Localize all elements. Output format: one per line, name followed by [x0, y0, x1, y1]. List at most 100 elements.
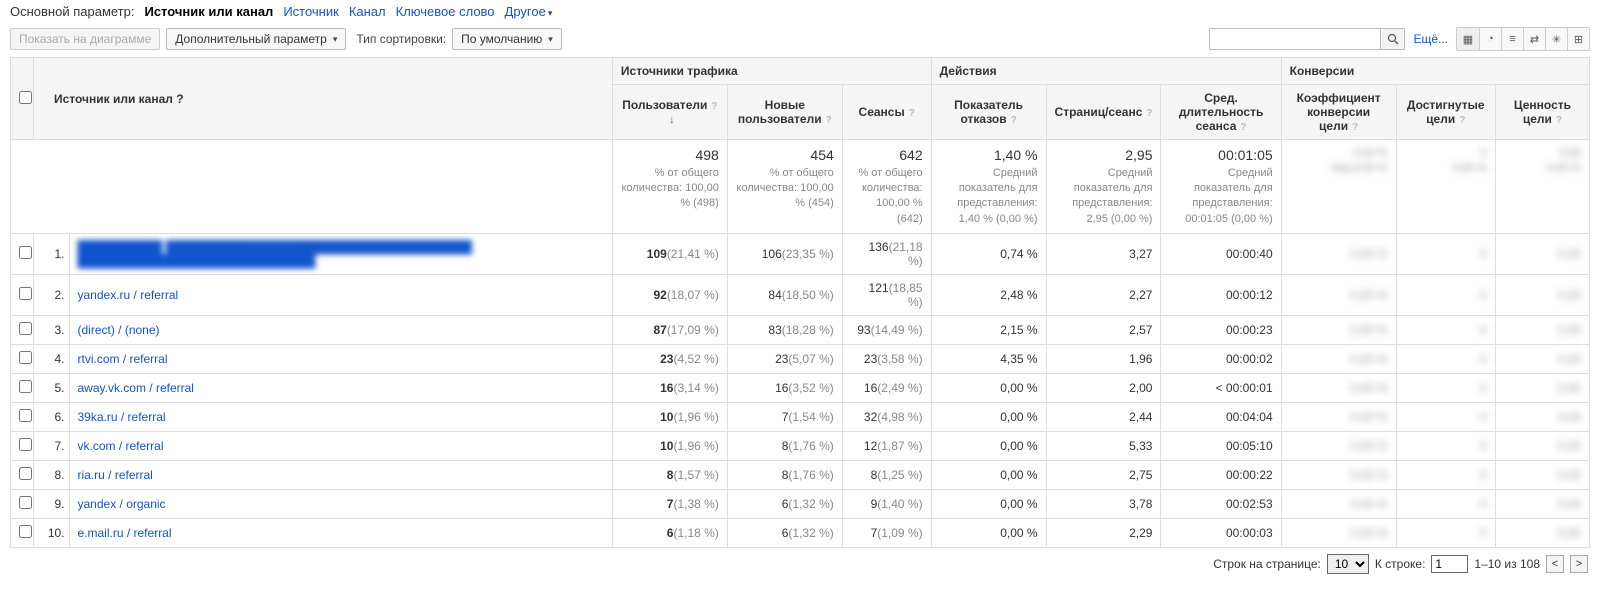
- dim-link-keyword[interactable]: Ключевое слово: [396, 4, 495, 19]
- row-source-link[interactable]: yandex.ru / referral: [69, 275, 612, 316]
- cell-users: 7(1,38 %): [612, 490, 727, 519]
- row-checkbox[interactable]: [19, 287, 32, 300]
- search-icon[interactable]: [1380, 29, 1404, 49]
- cell-conv-rate: 0,00 %: [1281, 345, 1396, 374]
- primary-dim-active[interactable]: Источник или канал: [144, 4, 273, 19]
- row-index: 6.: [33, 403, 69, 432]
- row-checkbox[interactable]: [19, 525, 32, 538]
- cell-duration: 00:00:40: [1161, 234, 1281, 275]
- row-checkbox[interactable]: [19, 351, 32, 364]
- toolbar: Показать на диаграмме Дополнительный пар…: [0, 25, 1600, 57]
- cell-new-users: 7(1,54 %): [727, 403, 842, 432]
- row-index: 5.: [33, 374, 69, 403]
- cell-conv-rate: 0,00 %: [1281, 490, 1396, 519]
- cell-sessions: 9(1,40 %): [842, 490, 931, 519]
- row-checkbox[interactable]: [19, 322, 32, 335]
- sort-type-select[interactable]: По умолчанию: [452, 28, 562, 50]
- next-page-button[interactable]: >: [1570, 555, 1588, 573]
- row-checkbox[interactable]: [19, 380, 32, 393]
- row-source-link[interactable]: vk.com / referral: [69, 432, 612, 461]
- cell-pages: 2,57: [1046, 316, 1161, 345]
- secondary-dimension-select[interactable]: Дополнительный параметр: [166, 28, 346, 50]
- row-source-link[interactable]: (direct) / (none): [69, 316, 612, 345]
- dim-link-channel[interactable]: Канал: [349, 4, 386, 19]
- col-bounce-rate[interactable]: Показатель отказов?: [931, 85, 1046, 140]
- col-users[interactable]: Пользователи?: [612, 85, 727, 140]
- cell-pages: 5,33: [1046, 432, 1161, 461]
- cell-goals: 0: [1396, 432, 1495, 461]
- cell-duration: 00:00:12: [1161, 275, 1281, 316]
- cell-conv-rate: 0,00 %: [1281, 519, 1396, 548]
- view-percentage-icon[interactable]: ◔: [1479, 28, 1501, 50]
- col-avg-duration[interactable]: Сред. длительность сеанса?: [1161, 85, 1281, 140]
- cell-users: 92(18,07 %): [612, 275, 727, 316]
- col-goal-value[interactable]: Ценность цели?: [1495, 85, 1589, 140]
- row-source-link[interactable]: away.vk.com / referral: [69, 374, 612, 403]
- cell-goal-value: 0,00: [1495, 432, 1589, 461]
- pager: Строк на странице: 10 К строке: 1–10 из …: [0, 548, 1600, 584]
- group-acquisition: Источники трафика: [612, 58, 931, 85]
- rows-per-page-select[interactable]: 10: [1327, 554, 1369, 574]
- plot-rows-button[interactable]: Показать на диаграмме: [10, 28, 160, 50]
- cell-new-users: 6(1,32 %): [727, 519, 842, 548]
- col-sessions[interactable]: Сеансы?: [842, 85, 931, 140]
- col-conv-rate[interactable]: Коэффициент конверсии цели?: [1281, 85, 1396, 140]
- cell-conv-rate: 0,00 %: [1281, 374, 1396, 403]
- row-checkbox[interactable]: [19, 467, 32, 480]
- col-pages-session[interactable]: Страниц/сеанс?: [1046, 85, 1161, 140]
- primary-dimension-bar: Основной параметр: Источник или канал Ис…: [0, 0, 1600, 25]
- row-checkbox[interactable]: [19, 246, 32, 259]
- row-source-link[interactable]: 39ka.ru / referral: [69, 403, 612, 432]
- cell-duration: 00:00:22: [1161, 461, 1281, 490]
- cell-sessions: 16(2,49 %): [842, 374, 931, 403]
- table-row: 7.vk.com / referral10(1,96 %)8(1,76 %)12…: [11, 432, 1590, 461]
- row-source-link[interactable]: rtvi.com / referral: [69, 345, 612, 374]
- advanced-filter-link[interactable]: Ещё...: [1413, 32, 1448, 46]
- col-goal-completions[interactable]: Достигнутые цели?: [1396, 85, 1495, 140]
- row-source-link[interactable]: yandex / organic: [69, 490, 612, 519]
- cell-conv-rate: 0,00 %: [1281, 234, 1396, 275]
- row-index: 7.: [33, 432, 69, 461]
- table-search[interactable]: [1209, 28, 1405, 50]
- group-behavior: Действия: [931, 58, 1281, 85]
- dim-link-source[interactable]: Источник: [283, 4, 339, 19]
- select-all-checkbox[interactable]: [19, 91, 32, 104]
- cell-goals: 0: [1396, 490, 1495, 519]
- cell-new-users: 84(18,50 %): [727, 275, 842, 316]
- cell-pages: 2,75: [1046, 461, 1161, 490]
- col-new-users[interactable]: Новые пользователи?: [727, 85, 842, 140]
- cell-duration: 00:00:03: [1161, 519, 1281, 548]
- col-source-medium[interactable]: Источник или канал ?: [33, 58, 612, 140]
- row-source-link[interactable]: e.mail.ru / referral: [69, 519, 612, 548]
- row-source-link[interactable]: ria.ru / referral: [69, 461, 612, 490]
- cell-new-users: 6(1,32 %): [727, 490, 842, 519]
- row-checkbox[interactable]: [19, 496, 32, 509]
- cell-goals: 0: [1396, 275, 1495, 316]
- cell-sessions: 12(1,87 %): [842, 432, 931, 461]
- view-comparison-icon[interactable]: ⇄: [1523, 28, 1545, 50]
- cell-pages: 3,27: [1046, 234, 1161, 275]
- report-table: Источник или канал ? Источники трафика Д…: [10, 57, 1590, 548]
- view-term-cloud-icon[interactable]: ✳: [1545, 28, 1567, 50]
- view-performance-icon[interactable]: ≡: [1501, 28, 1523, 50]
- view-data-table-icon[interactable]: ▦: [1457, 28, 1479, 50]
- row-source-link[interactable]: ██████████ █████████████████████████████…: [69, 234, 612, 275]
- row-checkbox[interactable]: [19, 438, 32, 451]
- search-input[interactable]: [1210, 29, 1380, 49]
- cell-new-users: 16(3,52 %): [727, 374, 842, 403]
- cell-bounce: 0,74 %: [931, 234, 1046, 275]
- cell-goals: 0: [1396, 234, 1495, 275]
- cell-duration: 00:00:02: [1161, 345, 1281, 374]
- cell-users: 10(1,96 %): [612, 432, 727, 461]
- view-pivot-icon[interactable]: ⊞: [1567, 28, 1589, 50]
- cell-goals: 0: [1396, 316, 1495, 345]
- row-checkbox[interactable]: [19, 409, 32, 422]
- cell-users: 16(3,14 %): [612, 374, 727, 403]
- cell-pages: 2,00: [1046, 374, 1161, 403]
- select-all-header: [11, 58, 34, 140]
- cell-new-users: 106(23,35 %): [727, 234, 842, 275]
- cell-sessions: 32(4,98 %): [842, 403, 931, 432]
- dim-link-other[interactable]: Другое: [505, 4, 553, 19]
- goto-row-input[interactable]: [1431, 555, 1468, 573]
- prev-page-button[interactable]: <: [1546, 555, 1564, 573]
